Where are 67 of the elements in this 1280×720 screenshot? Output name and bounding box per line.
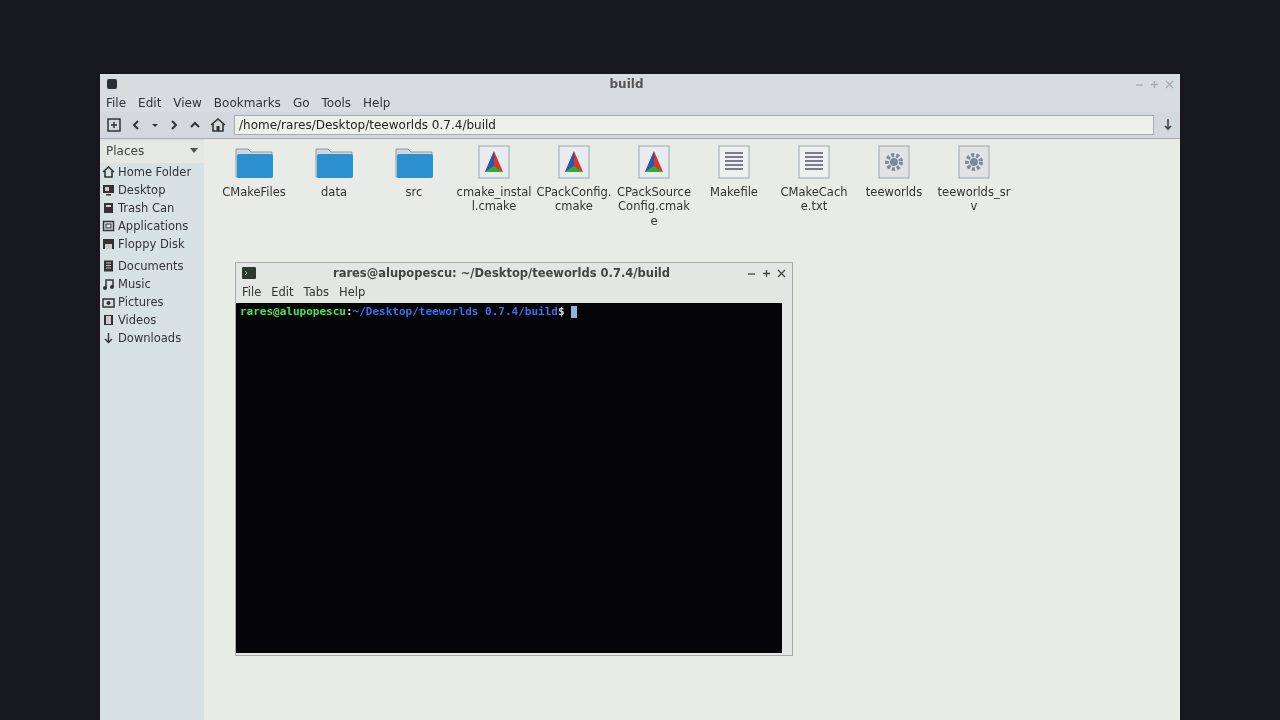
window-title: build: [608, 77, 645, 91]
go-icon[interactable]: [1162, 118, 1174, 132]
sidebar-item[interactable]: Home Folder: [100, 163, 204, 181]
folder-icon: [234, 145, 274, 179]
trash-icon: [102, 202, 115, 214]
app-icon: [106, 78, 118, 90]
film-icon: [102, 314, 115, 326]
new-tab-icon[interactable]: [106, 117, 122, 133]
menu-item[interactable]: Bookmarks: [213, 96, 281, 110]
menu-item[interactable]: Help: [339, 285, 366, 299]
directory-entry[interactable]: cmake_install.cmake: [454, 145, 534, 214]
sidebar-item[interactable]: Music: [100, 275, 204, 293]
terminal-title: rares@alupopescu: ~/Desktop/teeworlds 0.7.4/build: [331, 266, 672, 280]
prompt-path: ~/Desktop/teeworlds 0.7.4/build: [352, 305, 558, 318]
sidebar-item[interactable]: Documents: [100, 257, 204, 275]
text-cursor: [570, 305, 577, 318]
menu-item[interactable]: View: [173, 96, 202, 110]
directory-entry[interactable]: CMakeFiles: [214, 145, 294, 200]
sidebar-item[interactable]: Desktop: [100, 181, 204, 199]
prompt-separator: :: [345, 305, 353, 318]
directory-entry[interactable]: data: [294, 145, 374, 200]
places-header: Places: [106, 144, 145, 158]
menu-item[interactable]: File: [106, 96, 127, 110]
back-icon[interactable]: [130, 118, 142, 132]
directory-entry[interactable]: teeworlds: [854, 145, 934, 200]
monitor-icon: [102, 184, 115, 196]
maximize-icon[interactable]: [762, 268, 771, 278]
directory-entry[interactable]: teeworlds_srv: [934, 145, 1014, 214]
sidebar-item[interactable]: Applications: [100, 217, 204, 235]
text-file-icon: [718, 145, 750, 179]
directory-entry[interactable]: CPackConfig.cmake: [534, 145, 614, 214]
folder-icon: [394, 145, 434, 179]
apps-icon: [102, 220, 115, 232]
folder-icon: [314, 145, 354, 179]
forward-icon[interactable]: [168, 118, 180, 132]
directory-entry[interactable]: src: [374, 145, 454, 200]
home-icon[interactable]: [210, 117, 226, 133]
location-field[interactable]: /home/rares/Desktop/teeworlds 0.7.4/build: [234, 115, 1154, 135]
home-icon: [102, 166, 115, 178]
gear-icon: [878, 145, 910, 179]
sidebar-item[interactable]: Pictures: [100, 293, 204, 311]
prompt-symbol: $: [557, 305, 565, 318]
document-icon: [102, 260, 115, 272]
directory-entry[interactable]: Makefile: [694, 145, 774, 200]
prompt-user: rares@alupopescu: [240, 305, 346, 318]
sidebar-item[interactable]: Trash Can: [100, 199, 204, 217]
download-icon: [102, 332, 115, 344]
menu-item[interactable]: Edit: [138, 96, 162, 110]
menu-item[interactable]: Go: [292, 96, 310, 110]
menu-item[interactable]: Tabs: [303, 285, 329, 299]
sidebar-item[interactable]: Videos: [100, 311, 204, 329]
menu-item[interactable]: Edit: [271, 285, 294, 299]
music-note-icon: [102, 278, 115, 290]
menu-item[interactable]: Tools: [321, 96, 352, 110]
directory-entry[interactable]: CPackSourceConfig.cmake: [614, 145, 694, 229]
sidebar-item[interactable]: Downloads: [100, 329, 204, 347]
text-file-icon: [798, 145, 830, 179]
close-icon[interactable]: [777, 268, 786, 278]
camera-icon: [102, 296, 115, 308]
floppy-icon: [102, 238, 115, 250]
sidebar-item[interactable]: Floppy Disk: [100, 235, 204, 253]
dropdown-icon[interactable]: [190, 148, 198, 154]
menu-item[interactable]: File: [242, 285, 262, 299]
menu-item[interactable]: Help: [363, 96, 391, 110]
gear-icon: [958, 145, 990, 179]
terminal-icon: [242, 267, 256, 279]
directory-entry[interactable]: CMakeCache.txt: [774, 145, 854, 214]
